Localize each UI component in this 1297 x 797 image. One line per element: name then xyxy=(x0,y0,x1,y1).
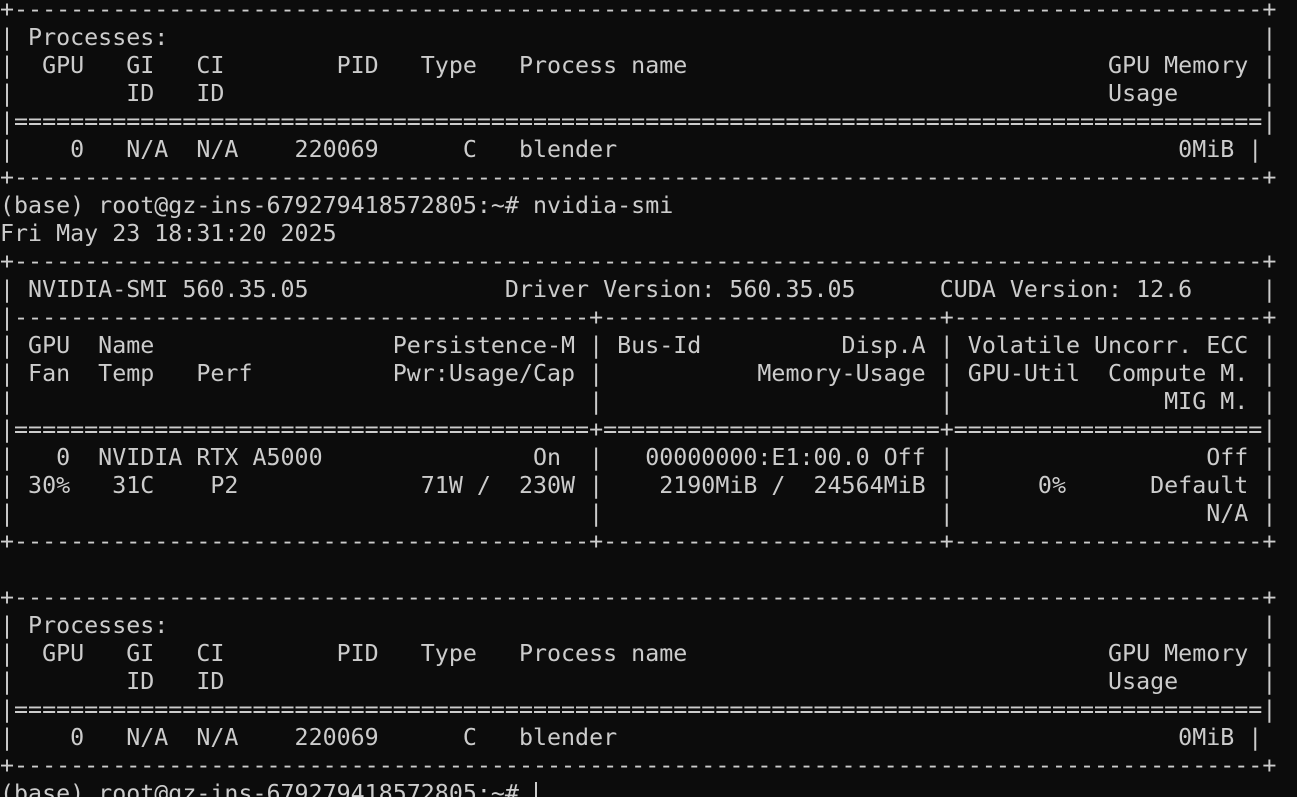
terminal-line: | 0 N/A N/A 220069 C blender 0MiB | xyxy=(0,724,1263,751)
terminal-window[interactable]: +---------------------------------------… xyxy=(0,0,1297,797)
terminal-line: +---------------------------------------… xyxy=(0,584,1277,611)
terminal-line: |---------------------------------------… xyxy=(0,304,1277,331)
terminal-output: +---------------------------------------… xyxy=(0,0,1297,780)
terminal-line: | 0 NVIDIA RTX A5000 On | 00000000:E1:00… xyxy=(0,444,1277,471)
terminal-line: | ID ID Usage | xyxy=(0,80,1277,107)
terminal-line: +---------------------------------------… xyxy=(0,248,1277,275)
terminal-line: | NVIDIA-SMI 560.35.05 Driver Version: 5… xyxy=(0,276,1277,303)
terminal-line: |=======================================… xyxy=(0,108,1277,135)
terminal-line: |=======================================… xyxy=(0,696,1277,723)
terminal-line: |=======================================… xyxy=(0,416,1277,443)
terminal-line: +---------------------------------------… xyxy=(0,164,1277,191)
terminal-line: | | | MIG M. | xyxy=(0,388,1277,415)
terminal-line: +---------------------------------------… xyxy=(0,0,1277,23)
terminal-line: | | | N/A | xyxy=(0,500,1277,527)
terminal-line: Fri May 23 18:31:20 2025 xyxy=(0,220,337,247)
text-cursor xyxy=(535,782,537,797)
terminal-line: | Fan Temp Perf Pwr:Usage/Cap | Memory-U… xyxy=(0,360,1277,387)
terminal-line: | Processes: | xyxy=(0,24,1277,51)
terminal-line: +---------------------------------------… xyxy=(0,752,1277,779)
terminal-line: | 0 N/A N/A 220069 C blender 0MiB | xyxy=(0,136,1263,163)
terminal-line: +---------------------------------------… xyxy=(0,528,1277,555)
terminal-line: | Processes: | xyxy=(0,612,1277,639)
terminal-line: (base) root@gz-ins-679279418572805:~# nv… xyxy=(0,192,674,219)
command-prompt-line[interactable]: (base) root@gz-ins-679279418572805:~# xyxy=(0,780,1297,797)
terminal-line: | GPU GI CI PID Type Process name GPU Me… xyxy=(0,640,1277,667)
terminal-line: | ID ID Usage | xyxy=(0,668,1277,695)
prompt-text: (base) root@gz-ins-679279418572805:~# xyxy=(0,780,533,797)
terminal-line: | GPU GI CI PID Type Process name GPU Me… xyxy=(0,52,1277,79)
terminal-line: | GPU Name Persistence-M | Bus-Id Disp.A… xyxy=(0,332,1277,359)
terminal-line: | 30% 31C P2 71W / 230W | 2190MiB / 2456… xyxy=(0,472,1277,499)
